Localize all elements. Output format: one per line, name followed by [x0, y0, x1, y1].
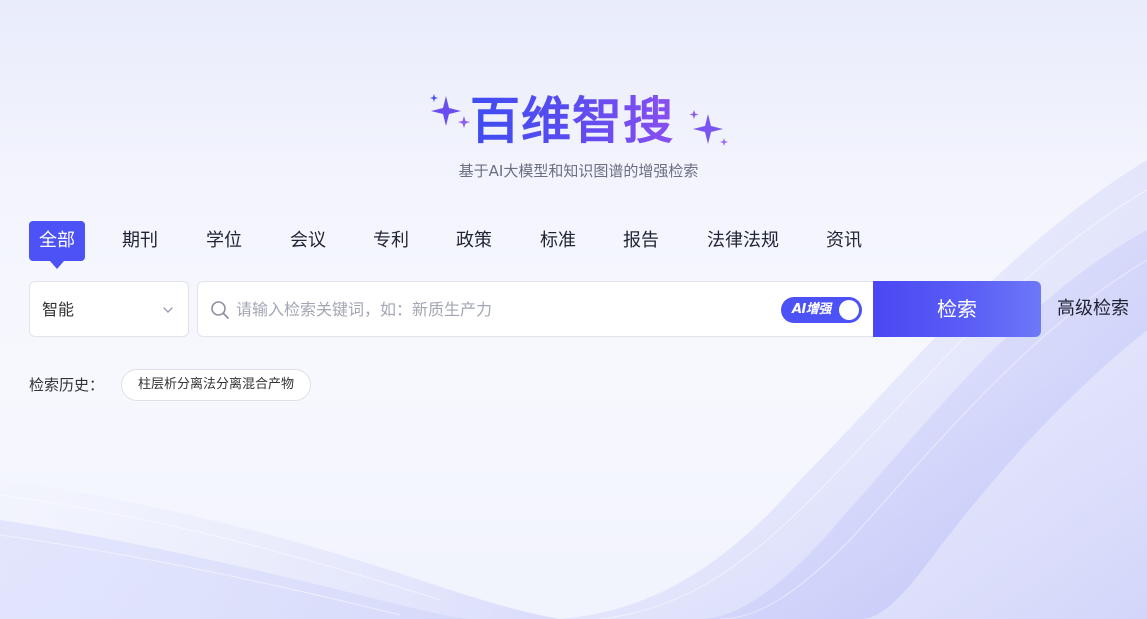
tab-standard[interactable]: 标准: [540, 221, 576, 261]
ai-enhance-toggle[interactable]: AI增强: [781, 297, 862, 323]
search-input[interactable]: [236, 282, 776, 336]
ai-enhance-label: AI增强: [792, 302, 831, 317]
sparkle-icon: [689, 110, 728, 146]
toggle-knob: [839, 300, 859, 320]
tab-laws[interactable]: 法律法规: [707, 221, 779, 261]
tab-patent[interactable]: 专利: [373, 221, 409, 261]
tab-journal[interactable]: 期刊: [122, 221, 158, 261]
search-button[interactable]: 检索: [873, 281, 1041, 337]
tab-all[interactable]: 全部: [29, 221, 85, 269]
search-history-label: 检索历史：: [29, 376, 105, 394]
tab-news[interactable]: 资讯: [826, 221, 862, 261]
tab-report[interactable]: 报告: [623, 221, 659, 261]
subtitle: 基于AI大模型和知识图谱的增强检索: [458, 162, 699, 180]
logo-text: 百维智搜: [470, 92, 674, 150]
logo-area: 百维智搜: [0, 88, 1147, 158]
tab-conference[interactable]: 会议: [290, 221, 326, 261]
chevron-down-icon: [163, 307, 173, 313]
search-mode-select[interactable]: 智能: [29, 281, 189, 337]
sparkle-icon: [430, 94, 470, 128]
search-bar: AI增强: [197, 281, 875, 337]
advanced-search-link[interactable]: 高级检索: [1057, 281, 1129, 337]
search-icon: [211, 301, 229, 319]
tab-degree[interactable]: 学位: [206, 221, 242, 261]
search-mode-value: 智能: [42, 300, 75, 319]
tab-policy[interactable]: 政策: [456, 221, 492, 261]
search-history-item[interactable]: 柱层析分离法分离混合产物: [121, 369, 312, 401]
